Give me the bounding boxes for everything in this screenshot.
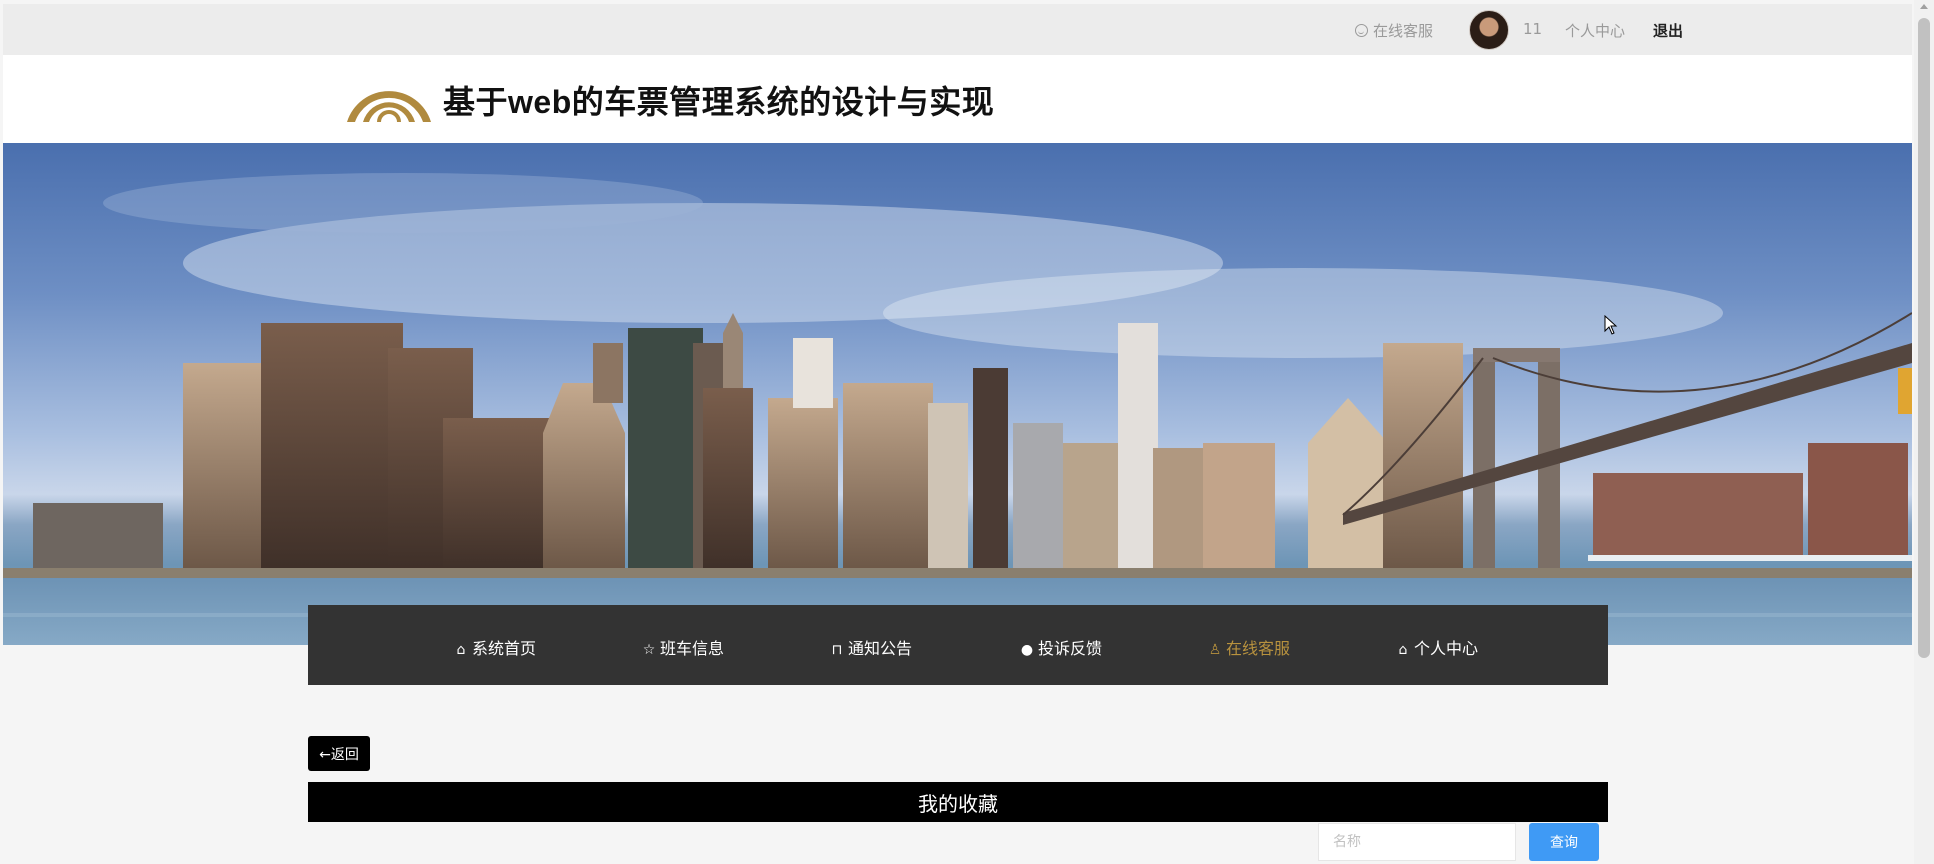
nav-item-notices[interactable]: ⊓ 通知公告	[828, 635, 912, 659]
nav-item-feedback[interactable]: ● 投诉反馈	[1018, 635, 1102, 659]
hero-banner	[3, 143, 1912, 645]
user-id: 11	[1523, 20, 1543, 38]
nav-item-label: 系统首页	[472, 639, 537, 658]
nav-item-label: 通知公告	[848, 639, 913, 658]
home-icon: ⌂	[456, 642, 466, 658]
main-nav: ⌂ 系统首页 ☆ 班车信息 ⊓ 通知公告 ● 投诉反馈 ♙ 在线客服 ⌂ 个人中心	[308, 605, 1608, 685]
alert-icon: ●	[1020, 642, 1034, 658]
site-header: 基于web的车票管理系统的设计与实现	[3, 55, 1912, 143]
home-icon: ⌂	[1398, 642, 1408, 658]
nav-item-label: 投诉反馈	[1038, 639, 1103, 658]
top-bar: 在线客服 11 个人中心 退出	[3, 4, 1912, 55]
star-icon: ☆	[642, 642, 656, 658]
nav-item-bus-info[interactable]: ☆ 班车信息	[640, 635, 724, 659]
nav-item-label: 在线客服	[1226, 639, 1291, 658]
nav-item-online-service[interactable]: ♙ 在线客服	[1206, 635, 1290, 659]
name-search-input[interactable]	[1318, 823, 1516, 861]
logout-link[interactable]: 退出	[1653, 20, 1683, 41]
page: 在线客服 11 个人中心 退出 基于web的车票管理系统的设计与实现 ⌂ 系统首…	[0, 0, 1934, 864]
scroll-up-arrow-icon[interactable]	[1920, 4, 1928, 9]
side-float-tab[interactable]	[1898, 368, 1912, 414]
nav-item-label: 班车信息	[660, 639, 725, 658]
online-service-label: 在线客服	[1373, 22, 1434, 40]
city-skyline-image	[3, 173, 1912, 645]
nav-item-home[interactable]: ⌂ 系统首页	[452, 635, 536, 659]
mouse-cursor-icon	[1604, 315, 1618, 335]
search-button[interactable]: 查询	[1529, 823, 1599, 861]
online-service-link[interactable]: 在线客服	[1355, 20, 1433, 41]
back-button[interactable]: ←返回	[308, 736, 370, 771]
avatar[interactable]	[1469, 10, 1509, 50]
nav-item-profile[interactable]: ⌂ 个人中心	[1394, 635, 1478, 659]
user-icon: ♙	[1208, 642, 1222, 658]
section-title: 我的收藏	[308, 782, 1608, 822]
scroll-thumb[interactable]	[1918, 18, 1930, 658]
profile-link[interactable]: 个人中心	[1565, 20, 1625, 41]
headset-icon	[1355, 24, 1368, 37]
site-title: 基于web的车票管理系统的设计与实现	[443, 84, 995, 120]
site-logo[interactable]	[343, 70, 435, 126]
scrollbar[interactable]	[1914, 0, 1934, 864]
bag-icon: ⊓	[831, 642, 843, 658]
nav-item-label: 个人中心	[1414, 639, 1479, 658]
